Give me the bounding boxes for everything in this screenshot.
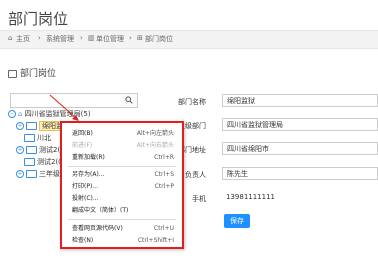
breadcrumb-system[interactable]: 系统管理 bbox=[46, 34, 74, 44]
home-icon[interactable]: ⌂ bbox=[8, 34, 12, 42]
search-icon bbox=[125, 96, 133, 104]
phone-input[interactable]: 13981111111 bbox=[222, 191, 378, 204]
parent-dept-input[interactable]: 四川省监狱管理局 bbox=[222, 118, 378, 131]
contact-input[interactable]: 陈先生 bbox=[222, 167, 378, 180]
menu-item-shortcut: Ctrl+P bbox=[154, 183, 174, 190]
bank-icon: ▥ bbox=[88, 34, 95, 42]
menu-item-shortcut: Alt+向右箭头 bbox=[136, 142, 174, 149]
tree-node-item[interactable]: + 测试2( bbox=[16, 145, 60, 155]
menu-item-shortcut: Alt+向左箭头 bbox=[136, 130, 174, 137]
menu-item-label: 打印(P)... bbox=[72, 183, 99, 190]
menu-item-forward[interactable]: 前进(F) Alt+向右箭头 bbox=[72, 140, 176, 151]
tree-node-root[interactable]: − ⌂ 四川省监狱管理局(5) bbox=[8, 109, 91, 119]
menu-item-label: 前进(F) bbox=[72, 142, 93, 149]
section-title: 部门岗位 bbox=[8, 66, 56, 79]
save-button[interactable]: 保存 bbox=[224, 214, 250, 228]
dept-address-input[interactable]: 四川省绵阳市 bbox=[222, 142, 378, 155]
breadcrumb-separator: › bbox=[38, 34, 41, 42]
menu-item-back[interactable]: 返回(B) Alt+向左箭头 bbox=[72, 128, 176, 139]
breadcrumb-unit[interactable]: 单位管理 bbox=[96, 34, 124, 44]
menu-item-label: 返回(B) bbox=[72, 130, 93, 137]
expand-icon[interactable]: + bbox=[16, 146, 24, 154]
dept-name-label: 部门名称 bbox=[178, 98, 206, 106]
collapse-icon[interactable]: − bbox=[8, 110, 16, 118]
breadcrumb-current: 部门岗位 bbox=[145, 35, 173, 43]
menu-item-label: 另存为(A)... bbox=[72, 171, 105, 178]
context-menu: 返回(B) Alt+向左箭头 前进(F) Alt+向右箭头 重新加载(R) Ct… bbox=[60, 121, 184, 249]
menu-item-label: 翻成中文（简体）(T) bbox=[72, 207, 129, 214]
folder-icon bbox=[24, 158, 35, 166]
menu-item-label: 投射(C)... bbox=[72, 195, 99, 202]
expand-icon[interactable]: + bbox=[16, 122, 24, 130]
menu-item-reload[interactable]: 重新加载(R) Ctrl+R bbox=[72, 152, 176, 163]
menu-item-shortcut: Ctrl+S bbox=[154, 171, 174, 178]
tree-node-item[interactable]: 测试2(0 bbox=[24, 157, 63, 167]
menu-item-label: 查看网页源代码(V) bbox=[72, 225, 123, 232]
menu-item-label: 重新加载(R) bbox=[72, 154, 105, 161]
menu-item-shortcut: Ctrl+U bbox=[153, 225, 174, 232]
section-title-text: 部门岗位 bbox=[20, 69, 57, 79]
page-title: 部门岗位 bbox=[8, 10, 69, 28]
home-icon: ⌂ bbox=[18, 110, 23, 118]
breadcrumb-home[interactable]: 主页 bbox=[16, 34, 30, 44]
expand-icon[interactable]: + bbox=[16, 170, 24, 178]
menu-item-view-source[interactable]: 查看网页源代码(V) Ctrl+U bbox=[72, 223, 176, 234]
folder-icon bbox=[26, 170, 37, 178]
menu-item-print[interactable]: 打印(P)... Ctrl+P bbox=[72, 181, 176, 192]
tree-node-label: 川北 bbox=[37, 134, 51, 142]
menu-item-translate[interactable]: 翻成中文（简体）(T) bbox=[72, 205, 176, 216]
menu-item-label: 检查(N) bbox=[72, 237, 94, 244]
menu-separator bbox=[68, 166, 176, 167]
breadcrumb-separator: › bbox=[80, 34, 83, 42]
tree-node-label: 测试2( bbox=[39, 146, 61, 154]
menu-item-cast[interactable]: 投射(C)... bbox=[72, 193, 176, 204]
breadcrumb-separator: › bbox=[129, 34, 132, 42]
menu-item-save-as[interactable]: 另存为(A)... Ctrl+S bbox=[72, 169, 176, 180]
tree-node-label: 测试2(0 bbox=[37, 158, 63, 166]
breadcrumb: ⌂ 主页 › 系统管理 › ▥ 单位管理 › ⊞ 部门岗位 bbox=[0, 30, 378, 49]
folder-icon bbox=[26, 122, 37, 130]
menu-item-inspect[interactable]: 检查(N) Ctrl+Shift+I bbox=[72, 235, 176, 246]
tree-search-input[interactable] bbox=[10, 93, 124, 108]
dept-name-input[interactable]: 绵阳监狱 bbox=[222, 94, 378, 107]
folder-icon bbox=[26, 146, 37, 154]
tree-search-button[interactable] bbox=[121, 93, 138, 108]
tree-node-label: 四川省监狱管理局(5) bbox=[24, 110, 91, 118]
folder-icon bbox=[24, 134, 35, 142]
sitemap-icon bbox=[8, 69, 17, 78]
tree-node-item[interactable]: 川北 bbox=[24, 133, 51, 143]
menu-separator bbox=[68, 219, 176, 220]
sitemap-icon: ⊞ bbox=[137, 34, 143, 42]
tree-node-item[interactable]: + 三年级( bbox=[16, 169, 63, 179]
menu-item-shortcut: Ctrl+Shift+I bbox=[137, 237, 174, 244]
menu-item-shortcut: Ctrl+R bbox=[154, 154, 174, 161]
